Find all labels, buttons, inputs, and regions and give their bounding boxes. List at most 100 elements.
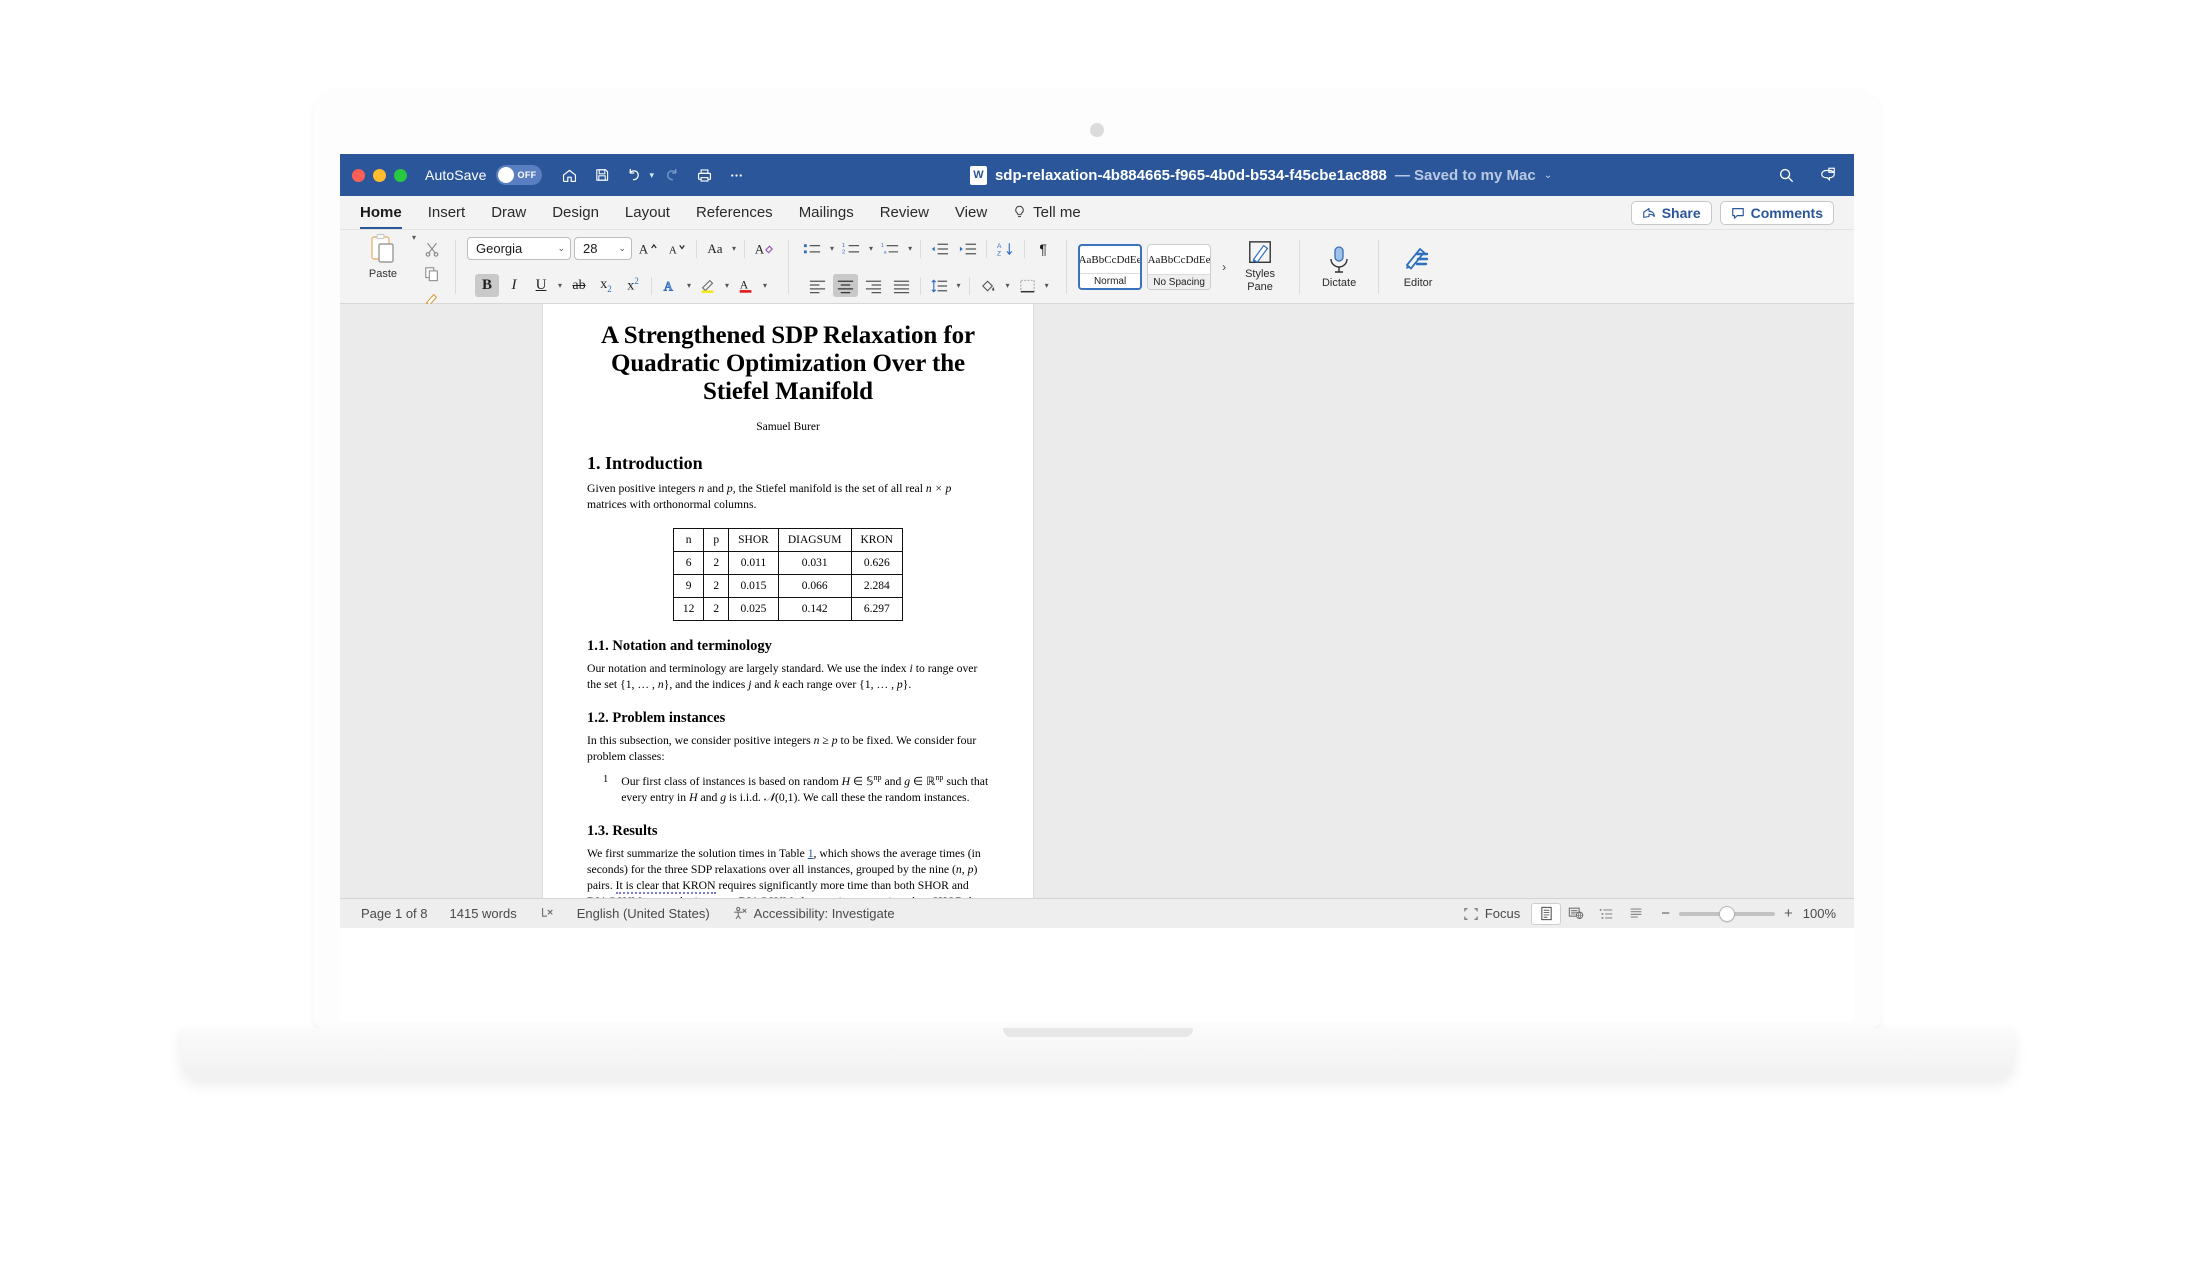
tab-design[interactable]: Design (552, 204, 599, 221)
zoom-slider-control[interactable]: − + (1651, 906, 1803, 921)
font-size-select[interactable]: 28 ⌄ (574, 237, 633, 260)
highlight-caret[interactable]: ▾ (723, 281, 731, 290)
multilevel-list-button[interactable]: 1a (878, 237, 903, 260)
clear-formatting-button[interactable]: A (751, 237, 777, 260)
tell-me-search[interactable]: Tell me (1013, 204, 1081, 221)
copy-button[interactable] (420, 262, 444, 285)
styles-pane-button[interactable]: Styles Pane (1232, 240, 1288, 293)
document-page[interactable]: A Strengthened SDP Relaxation for Quadra… (543, 304, 1033, 898)
grammar-flagged-text[interactable]: It is clear that KRON (615, 878, 716, 894)
styles-more-button[interactable]: › (1216, 260, 1232, 274)
share-button[interactable]: Share (1630, 200, 1712, 225)
web-layout-view-button[interactable] (1561, 903, 1591, 925)
tab-view[interactable]: View (955, 204, 987, 221)
tab-references[interactable]: References (696, 204, 773, 221)
show-formatting-marks-button[interactable]: ¶ (1031, 237, 1055, 260)
sort-button[interactable]: AZ (993, 237, 1018, 260)
table-cell: 9 (672, 573, 705, 598)
borders-caret[interactable]: ▾ (1043, 281, 1051, 290)
timing-results-table[interactable]: n p SHOR DIAGSUM KRON 6 2 0.011 0.031 0.… (672, 527, 904, 621)
zoom-slider-knob[interactable] (1719, 906, 1734, 921)
close-window-button[interactable] (352, 168, 365, 182)
align-right-button[interactable] (861, 274, 886, 297)
strikethrough-button[interactable]: ab (567, 274, 591, 297)
save-icon[interactable] (588, 162, 616, 188)
shading-caret[interactable]: ▾ (1004, 281, 1012, 290)
highlight-color-button[interactable] (696, 274, 720, 297)
decrease-indent-button[interactable] (927, 237, 952, 260)
accessibility-status[interactable]: Accessibility: Investigate (721, 906, 906, 921)
zoom-in-button[interactable]: + (1784, 906, 1793, 921)
maximize-window-button[interactable] (394, 168, 407, 182)
bold-button[interactable]: B (474, 274, 499, 297)
dictate-button[interactable]: Dictate (1311, 245, 1367, 290)
change-case-caret[interactable]: ▾ (730, 244, 738, 253)
outline-view-button[interactable] (1591, 903, 1621, 925)
tab-insert[interactable]: Insert (428, 204, 466, 221)
home-icon[interactable] (556, 162, 584, 188)
document-title-group[interactable]: W sdp-relaxation-4b884665-f965-4b0d-b534… (758, 165, 1764, 185)
line-spacing-button[interactable] (927, 274, 952, 297)
clipboard-group: Paste ▾ (354, 233, 452, 306)
zoom-out-button[interactable]: − (1661, 906, 1670, 921)
draft-view-button[interactable] (1621, 903, 1651, 925)
shrink-font-button[interactable]: A (664, 237, 690, 260)
multilevel-caret[interactable]: ▾ (906, 244, 914, 253)
italic-button[interactable]: I (502, 274, 526, 297)
justify-button[interactable] (889, 274, 914, 297)
zoom-slider-track[interactable] (1678, 906, 1775, 921)
borders-button[interactable] (1015, 274, 1040, 297)
numbering-button[interactable]: 12 (839, 237, 864, 260)
page-indicator[interactable]: Page 1 of 8 (350, 906, 439, 921)
style-no-spacing[interactable]: AaBbCcDdEe No Spacing (1147, 244, 1212, 290)
redo-icon[interactable] (658, 162, 686, 188)
font-name-select[interactable]: Georgia ⌄ (467, 237, 572, 260)
undo-icon[interactable] (620, 162, 648, 188)
superscript-button[interactable]: x2 (621, 274, 645, 297)
more-commands-icon[interactable] (722, 162, 750, 188)
search-icon[interactable] (1772, 162, 1800, 188)
comments-button[interactable]: Comments (1719, 200, 1834, 225)
language-indicator[interactable]: English (United States) (566, 906, 721, 921)
tab-layout[interactable]: Layout (625, 204, 670, 221)
tab-home[interactable]: Home (360, 204, 402, 229)
text-effects-caret[interactable]: ▾ (685, 281, 693, 290)
align-center-button[interactable] (832, 274, 858, 297)
grow-font-button[interactable]: A (635, 237, 661, 260)
print-layout-view-button[interactable] (1531, 902, 1562, 925)
focus-mode-button[interactable]: Focus (1452, 906, 1531, 921)
bullets-caret[interactable]: ▾ (828, 244, 836, 253)
subscript-button[interactable]: x2 (594, 274, 618, 297)
text-effects-button[interactable]: A (658, 274, 682, 297)
proofing-errors-icon[interactable] (528, 906, 566, 921)
paste-dropdown-caret[interactable]: ▾ (410, 233, 418, 242)
ribbon-options-icon[interactable] (1814, 162, 1842, 188)
zoom-level-label[interactable]: 100% (1803, 906, 1844, 921)
underline-dropdown-caret[interactable]: ▾ (556, 281, 564, 290)
shading-button[interactable] (976, 274, 1001, 297)
tab-review[interactable]: Review (880, 204, 929, 221)
font-color-button[interactable]: A (734, 274, 758, 297)
minimize-window-button[interactable] (373, 168, 386, 182)
editor-button[interactable]: Editor (1390, 245, 1446, 290)
autosave-toggle[interactable]: OFF (495, 165, 542, 185)
tab-mailings[interactable]: Mailings (799, 204, 854, 221)
autosave-control[interactable]: AutoSave OFF (425, 165, 542, 185)
style-normal[interactable]: AaBbCcDdEe Normal (1078, 244, 1143, 290)
change-case-button[interactable]: Aa (703, 237, 727, 260)
font-color-caret[interactable]: ▾ (761, 281, 769, 290)
cut-button[interactable] (420, 237, 444, 260)
paste-button[interactable]: Paste (358, 233, 408, 280)
line-spacing-caret[interactable]: ▾ (955, 281, 963, 290)
bullets-button[interactable] (800, 237, 825, 260)
document-canvas[interactable]: A Strengthened SDP Relaxation for Quadra… (340, 304, 1854, 898)
increase-indent-button[interactable] (955, 237, 980, 260)
undo-dropdown-caret[interactable]: ▾ (650, 170, 655, 181)
tab-draw[interactable]: Draw (491, 204, 526, 221)
numbering-caret[interactable]: ▾ (867, 244, 875, 253)
align-left-button[interactable] (805, 274, 830, 297)
underline-button[interactable]: U (529, 274, 553, 297)
title-dropdown-caret[interactable]: ⌄ (1544, 170, 1552, 181)
print-icon[interactable] (690, 162, 718, 188)
word-count[interactable]: 1415 words (439, 906, 528, 921)
